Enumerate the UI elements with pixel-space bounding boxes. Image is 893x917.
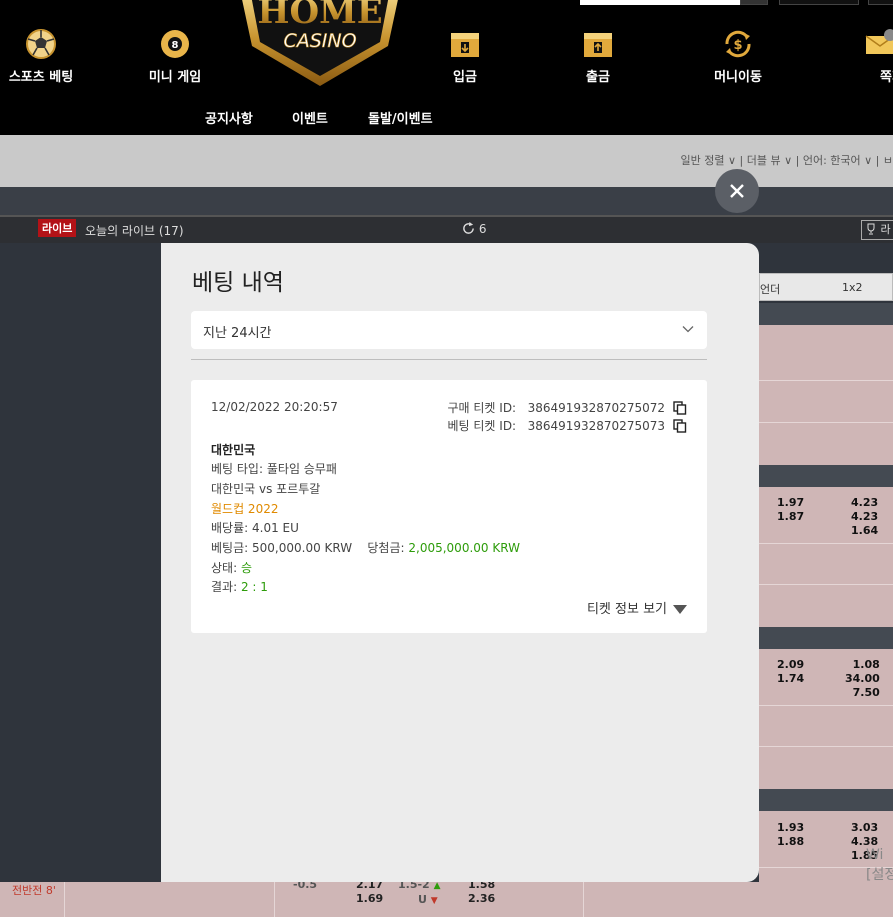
close-button[interactable] <box>715 169 759 213</box>
odds-cell[interactable]: 4.23 4.23 1.64 <box>851 496 878 538</box>
triangle-down-icon <box>673 605 687 614</box>
bet-match: 대한민국 vs 포르투갈 <box>211 482 321 496</box>
nav-mini-game[interactable]: 8 미니 게임 <box>120 28 230 85</box>
mail-icon <box>865 29 893 54</box>
svg-text:$: $ <box>733 38 742 53</box>
live-today-label[interactable]: 오늘의 라이브 (17) <box>85 222 184 239</box>
odds-cell[interactable]: 2.17 1.69 <box>356 878 383 906</box>
nav-money-transfer[interactable]: $ 머니이동 <box>683 28 793 85</box>
top-strip <box>0 0 893 14</box>
soccer-ball-icon <box>26 29 56 59</box>
modal-title: 베팅 내역 <box>192 270 284 296</box>
live-bar: 라이브 오늘의 라이브 (17) 6 라 <box>0 215 893 243</box>
view-ticket-info-button[interactable]: 티켓 정보 보기 <box>587 598 687 617</box>
odds-cell[interactable]: 1.93 1.88 <box>777 821 804 849</box>
filter-options[interactable]: 일반 정렬 ∨ | 더블 뷰 ∨ | 언어: 한국어 ∨ | ㅂ <box>681 152 893 168</box>
bet-ticket-card: 12/02/2022 20:20:57 구매 티켓 ID: 3864919328… <box>191 380 707 633</box>
bet-odds: 배당률: 4.01 EU <box>211 521 299 535</box>
withdraw-icon <box>584 33 612 57</box>
odds-rows <box>759 325 893 465</box>
section-bar <box>759 465 893 487</box>
nav-mailbox[interactable]: 쪽지함 <box>824 28 893 85</box>
period-select-value: 지난 24시간 <box>203 326 272 341</box>
signup-button[interactable] <box>868 0 893 5</box>
logo-bottom-text: CASINO <box>283 30 356 52</box>
purchase-ticket-id: 구매 티켓 ID: 386491932870275072 <box>447 401 665 415</box>
bet-history-modal: 베팅 내역 지난 24시간 12/02/2022 20:20:57 구매 티켓 … <box>161 243 759 882</box>
header-under: 언더 <box>760 283 781 296</box>
ticket-date: 12/02/2022 20:20:57 <box>211 400 338 414</box>
home-casino-logo[interactable]: HOME CASINO <box>238 0 402 88</box>
subnav-event[interactable]: 이벤트 <box>292 108 328 127</box>
bottom-match-row[interactable]: 전반전 8' -0.5 2.17 1.69 1.5-2 ▲ U ▼ 1.58 2.3… <box>0 878 893 917</box>
login-password-input[interactable] <box>740 0 768 5</box>
nav-deposit[interactable]: 입금 <box>410 28 520 85</box>
refresh-counter[interactable]: 6 <box>462 222 486 236</box>
trophy-button[interactable]: 라 <box>861 220 893 240</box>
chevron-down-icon <box>682 326 694 333</box>
nav-label: 스포츠 베팅 <box>8 70 74 85</box>
section-bar <box>759 627 893 649</box>
subnav-notice[interactable]: 공지사항 <box>205 108 253 127</box>
section-bar <box>759 303 893 325</box>
ou-line: 1.5-2 ▲ U ▼ <box>398 878 441 906</box>
billiard-ball-icon: 8 <box>161 30 189 58</box>
nav-label: 미니 게임 <box>148 70 202 85</box>
side-column <box>0 243 161 917</box>
copy-icon[interactable] <box>673 419 687 433</box>
odds-cell[interactable]: 2.09 1.74 <box>777 658 804 686</box>
nav-label: 쪽지함 <box>880 70 893 85</box>
dark-spacer <box>0 187 893 215</box>
close-icon <box>730 184 744 198</box>
site-header: HOME CASINO 스포츠 베팅 8 미니 게임 입금 출금 $ 머니이동 … <box>0 0 893 135</box>
bet-status: 상태: 승 <box>211 561 252 575</box>
refresh-count: 6 <box>478 222 487 236</box>
activation-watermark: Wi [설정 <box>866 847 893 883</box>
nav-withdraw[interactable]: 출금 <box>543 28 653 85</box>
money-transfer-icon: $ <box>725 30 751 58</box>
odds-cell[interactable]: 1.97 1.87 <box>777 496 804 524</box>
bet-type: 베팅 타입: 풀타임 승무패 <box>211 462 337 476</box>
trophy-icon <box>867 223 875 235</box>
live-badge: 라이브 <box>38 219 77 237</box>
deposit-icon <box>451 33 479 57</box>
filter-bar: 일반 정렬 ∨ | 더블 뷰 ∨ | 언어: 한국어 ∨ | ㅂ <box>0 135 893 187</box>
period-select[interactable]: 지난 24시간 <box>191 311 707 349</box>
odds-cell[interactable]: 1.08 34.00 7.50 <box>845 658 880 700</box>
subnav-sudden-event[interactable]: 돌발/이벤트 <box>368 108 433 127</box>
logo-top-text: HOME <box>257 0 382 32</box>
odds-cell[interactable]: 1.58 2.36 <box>468 878 495 906</box>
refresh-icon <box>463 222 474 234</box>
copy-icon[interactable] <box>673 401 687 415</box>
bet-ticket-id: 베팅 티켓 ID: 386491932870275073 <box>447 419 665 433</box>
nav-sports-betting[interactable]: 스포츠 베팅 <box>0 28 96 85</box>
divider <box>191 359 707 360</box>
bet-stake-and-win: 베팅금: 500,000.00 KRW 당첨금: 2,005,000.00 KR… <box>211 541 520 555</box>
section-bar <box>759 789 893 811</box>
nav-label: 머니이동 <box>714 70 762 85</box>
match-time: 전반전 8' <box>12 884 56 897</box>
bet-league: 월드컵 2022 <box>211 502 279 516</box>
login-button[interactable] <box>779 0 859 5</box>
login-id-input[interactable] <box>580 0 740 5</box>
nav-label: 입금 <box>453 70 477 85</box>
svg-text:8: 8 <box>172 40 179 51</box>
table-header: 언더 1x2 <box>759 273 893 301</box>
bet-result: 결과: 2 : 1 <box>211 580 268 594</box>
header-1x2: 1x2 <box>842 281 863 294</box>
bet-team: 대한민국 <box>211 443 256 457</box>
nav-label: 출금 <box>586 70 610 85</box>
